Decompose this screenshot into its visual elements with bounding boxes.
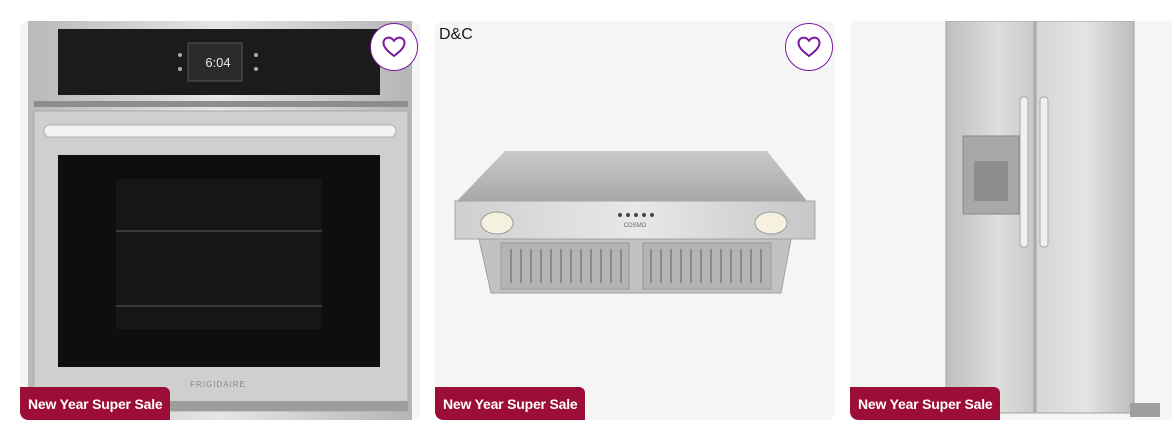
product-grid: 6:04 FRIGIDAIRE New Year Super Sale D&C [0, 0, 1172, 432]
hood-brand-text: COSMO [624, 223, 647, 229]
product-card-wall-oven[interactable]: 6:04 FRIGIDAIRE New Year Super Sale [20, 21, 420, 420]
product-image-range-hood[interactable]: COSMO [435, 21, 835, 420]
product-card-range-hood[interactable]: D&C COSMO New Year Super Sale [435, 21, 835, 420]
product-card-refrigerator[interactable]: New Year Super Sale [850, 21, 1172, 420]
product-image-wall-oven[interactable]: 6:04 FRIGIDAIRE [20, 21, 420, 420]
heart-icon [797, 36, 821, 58]
product-image-refrigerator[interactable] [850, 21, 1172, 420]
sale-badge: New Year Super Sale [850, 387, 1001, 420]
favorite-button[interactable] [370, 23, 418, 71]
oven-clock-display: 6:04 [205, 55, 230, 70]
favorite-button[interactable] [785, 23, 833, 71]
oven-brand-text: FRIGIDAIRE [190, 380, 246, 389]
sale-badge: New Year Super Sale [435, 387, 586, 420]
heart-icon [382, 36, 406, 58]
sale-badge: New Year Super Sale [20, 387, 171, 420]
